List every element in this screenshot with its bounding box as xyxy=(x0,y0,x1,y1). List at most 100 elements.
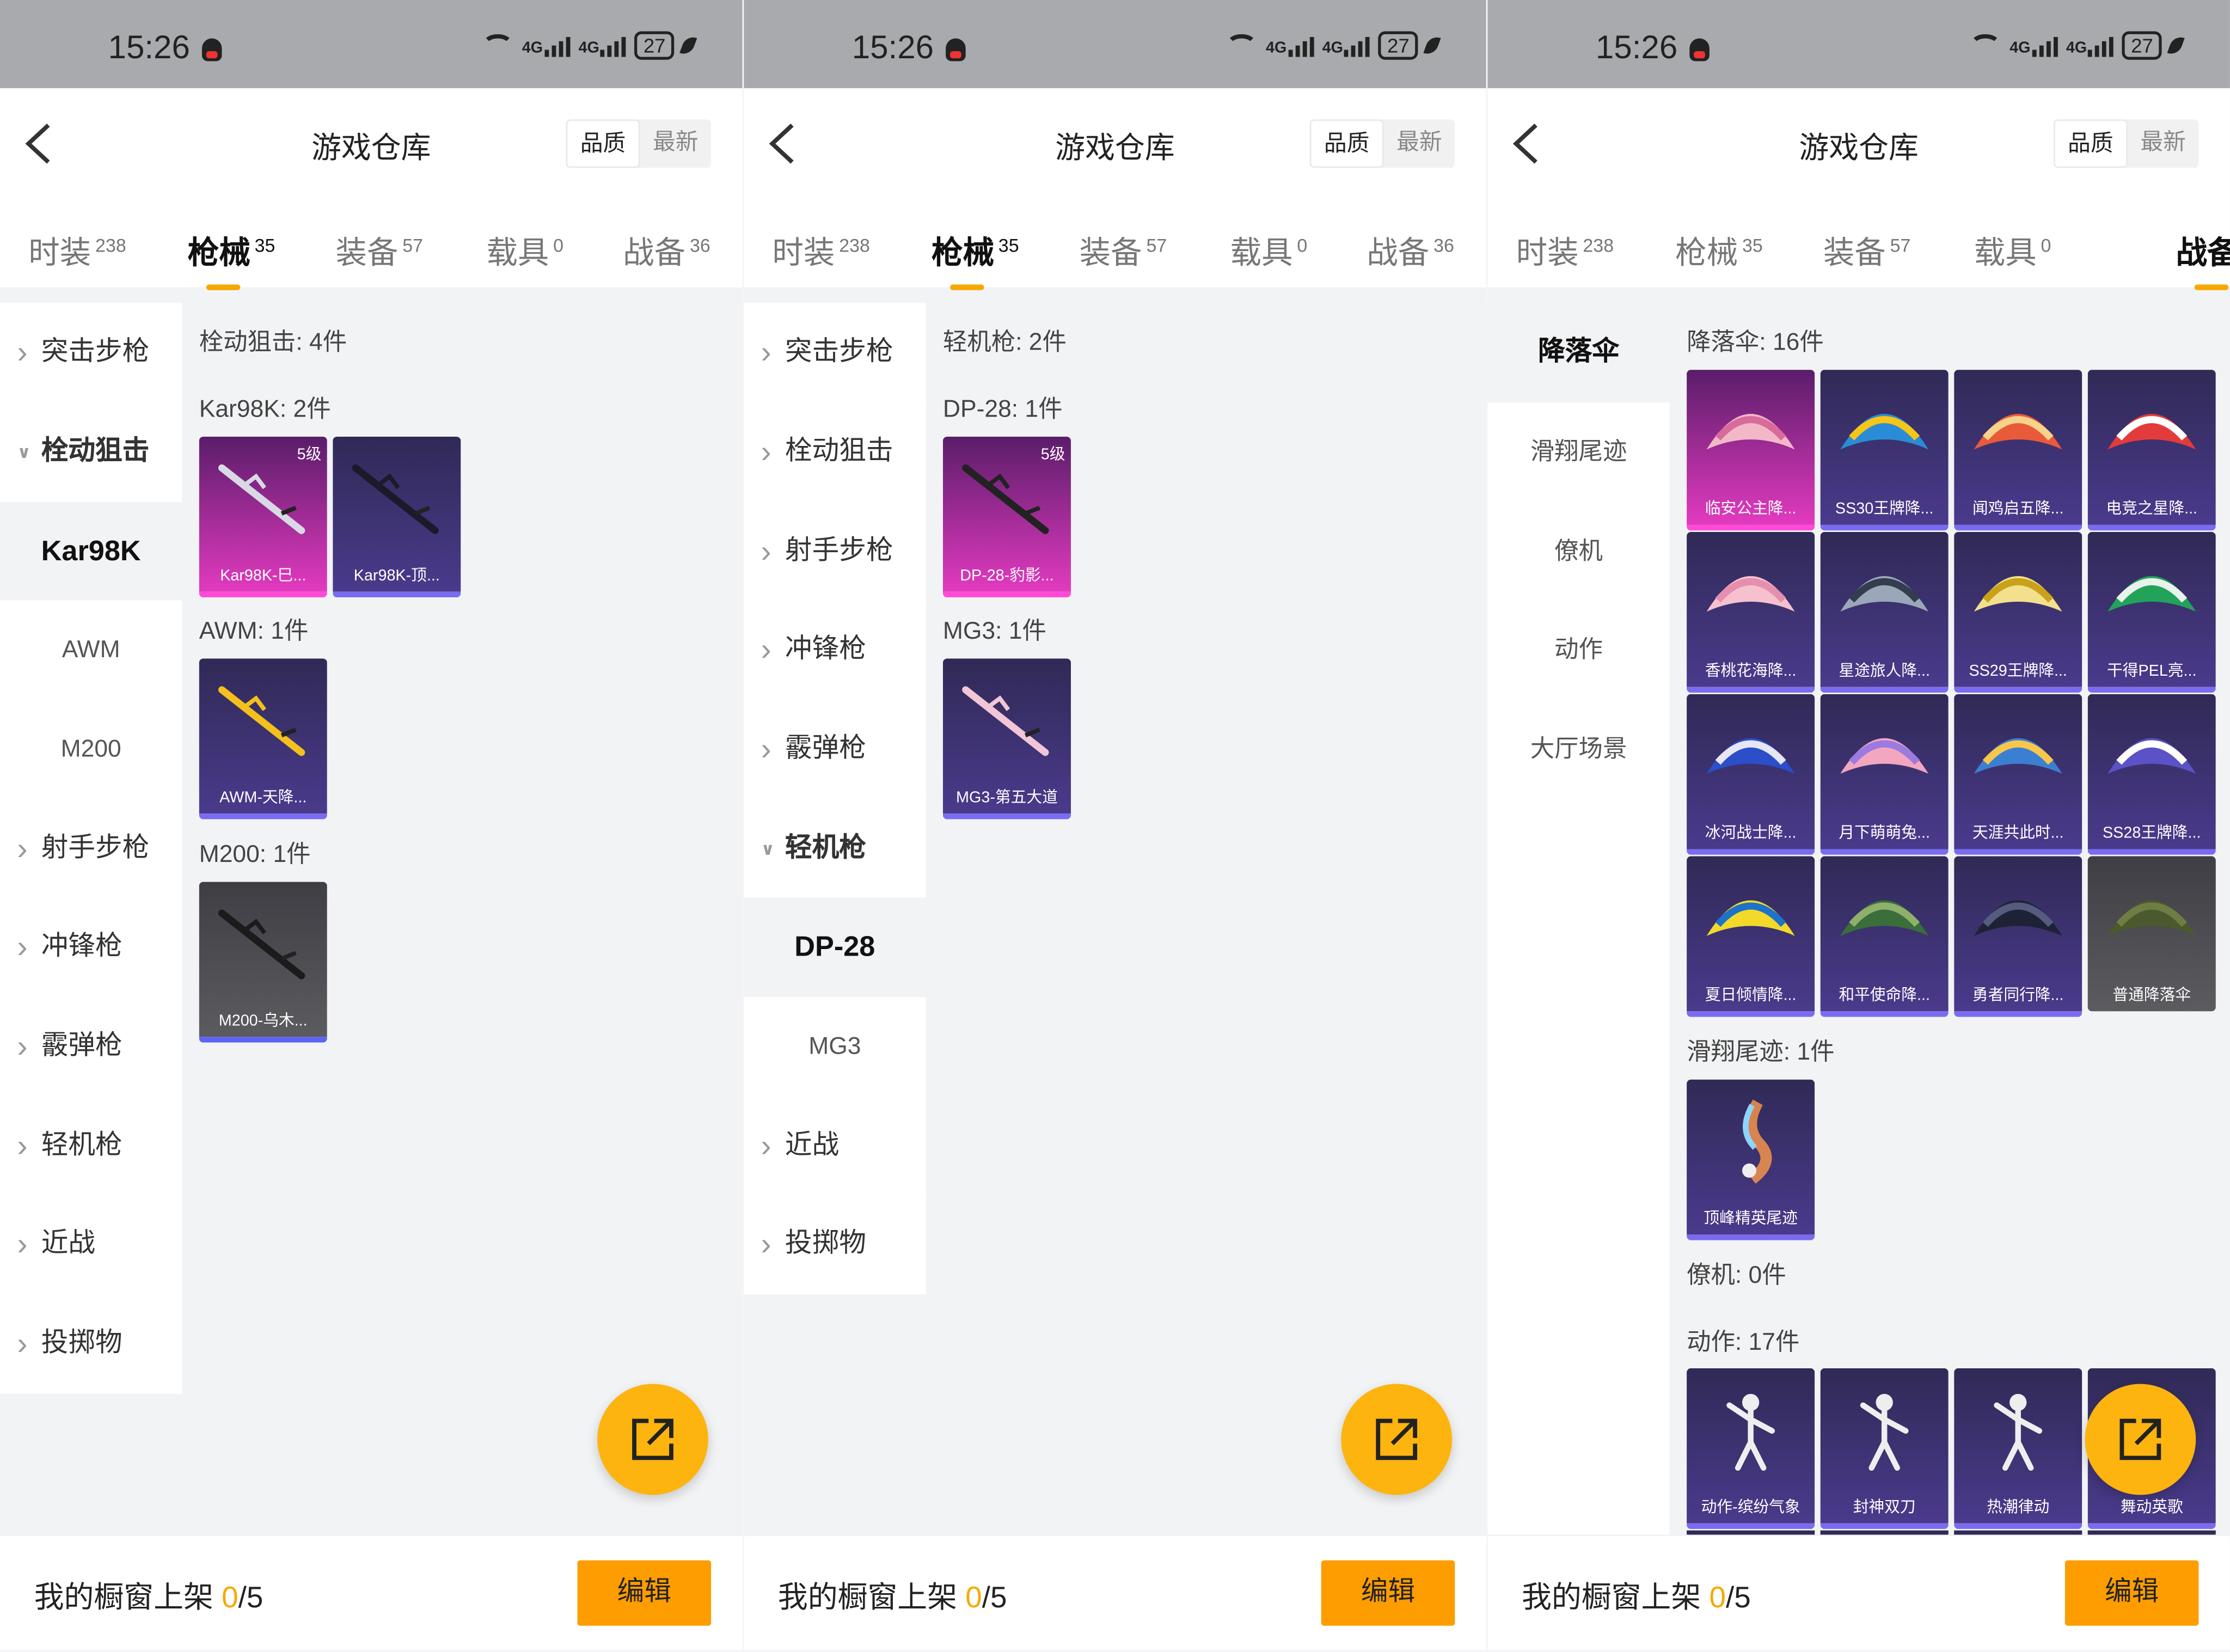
signal-bars xyxy=(1288,34,1314,57)
item-card[interactable]: 封神双刀 xyxy=(1820,1368,1949,1529)
sidebar-item[interactable]: 僚机 xyxy=(1487,502,1670,602)
item-card[interactable]: 顶峰精英尾迹 xyxy=(1687,1079,1815,1240)
sidebar-item-label: 冲锋枪 xyxy=(41,931,122,962)
sidebar-item[interactable]: 降落伞 xyxy=(1487,303,1670,403)
sidebar-item[interactable]: › 射手步枪 xyxy=(744,502,926,602)
tab-1[interactable]: 枪械 35 xyxy=(1675,228,1763,273)
sort-quality-button[interactable]: 品质 xyxy=(1309,119,1384,168)
screen-panel-3: 15:264G4G27游戏仓库品质最新时装238枪械35装备57载具0战备36我… xyxy=(1487,0,2230,1650)
tab-2[interactable]: 装备 57 xyxy=(335,228,423,273)
item-card[interactable]: Kar98K-顶... xyxy=(333,436,461,598)
sidebar-item[interactable]: 滑翔尾迹 xyxy=(1487,402,1670,503)
tab-3[interactable]: 载具 0 xyxy=(486,228,563,273)
tab-0[interactable]: 时装 238 xyxy=(1516,228,1614,273)
share-fab-button[interactable] xyxy=(597,1384,708,1495)
tab-4[interactable]: 战备36 xyxy=(1367,228,1454,273)
sidebar-item[interactable]: › 霰弹枪 xyxy=(744,700,926,800)
sidebar-item[interactable]: › 轻机枪 xyxy=(0,1097,182,1196)
sort-latest-button[interactable]: 最新 xyxy=(640,119,711,168)
sidebar-item[interactable]: 动作 xyxy=(1487,600,1670,700)
edit-button[interactable]: 编辑 xyxy=(2064,1560,2199,1626)
item-card[interactable]: 动作-缤纷气象 xyxy=(1687,1368,1815,1529)
item-card[interactable]: 天涯共此时... xyxy=(1954,694,2082,855)
item-card[interactable]: SS30王牌降... xyxy=(1820,370,1949,531)
item-card[interactable]: M200-乌木... xyxy=(199,882,327,1043)
sidebar-item[interactable]: ∨ 栓动狙击 xyxy=(0,402,182,503)
battery-icon: 27 xyxy=(2122,31,2162,60)
signal-icon: 4G xyxy=(578,34,627,57)
item-card[interactable]: 干得PEL亮... xyxy=(2087,531,2216,693)
item-card[interactable]: 星途旅人降... xyxy=(1820,531,1949,693)
tab-2[interactable]: 装备 57 xyxy=(1823,228,1911,273)
item-card[interactable]: 和平使命降... xyxy=(1820,856,1949,1017)
item-card[interactable]: 热潮律动 xyxy=(1954,1368,2082,1529)
item-card[interactable]: 勇者同行降... xyxy=(1954,856,2082,1017)
item-card[interactable]: 普通降落伞 xyxy=(2087,856,2216,1012)
tab-count: 36 xyxy=(1433,235,1454,256)
tab-2[interactable]: 装备 57 xyxy=(1080,228,1167,273)
sidebar-item[interactable]: › 突击步枪 xyxy=(744,303,926,403)
item-card[interactable]: 电竞之星降... xyxy=(2087,370,2216,531)
item-card[interactable]: 冰河战士降... xyxy=(1687,694,1815,855)
tab-1[interactable]: 枪械 35 xyxy=(932,228,1019,290)
external-link-icon xyxy=(2119,1418,2161,1460)
weapon-sidebar: › 突击步枪 ∨ 栓动狙击 Kar98K AWM M200 › 射手步枪 › 冲锋枪 › 霰弹枪 › 轻机枪… xyxy=(0,303,182,1535)
item-image xyxy=(1701,1099,1800,1185)
item-card[interactable]: 临安公主降... xyxy=(1687,370,1815,531)
item-card[interactable]: 香桃花海降... xyxy=(1687,531,1815,693)
edit-button[interactable]: 编辑 xyxy=(1321,1560,1455,1626)
sidebar-item[interactable]: › 栓动狙击 xyxy=(744,402,926,503)
tab-count: 238 xyxy=(1583,235,1614,256)
tab-0[interactable]: 时装 238 xyxy=(28,228,126,273)
sort-toggle: 品质 最新 xyxy=(1309,119,1455,168)
sidebar-item[interactable]: DP-28 xyxy=(744,897,926,998)
sidebar-item[interactable]: MG3 xyxy=(744,997,926,1097)
item-card[interactable]: MG3-第五大道 xyxy=(942,658,1071,819)
item-card[interactable]: AWM-天降... xyxy=(199,658,327,819)
sidebar-item-label: 降落伞 xyxy=(1538,337,1619,367)
tab-label: 装备 xyxy=(1823,235,1886,271)
sidebar-item[interactable]: › 投掷物 xyxy=(744,1195,926,1295)
sidebar-item[interactable]: AWM xyxy=(0,600,182,700)
tab-1[interactable]: 枪械 35 xyxy=(188,228,275,290)
sort-latest-button[interactable]: 最新 xyxy=(1384,119,1455,168)
tab-4[interactable]: 战备36 xyxy=(2176,228,2230,290)
sidebar-item[interactable]: Kar98K xyxy=(0,502,182,602)
sort-quality-button[interactable]: 品质 xyxy=(566,119,640,168)
sort-latest-button[interactable]: 最新 xyxy=(2128,119,2199,168)
sidebar-item[interactable]: › 近战 xyxy=(744,1097,926,1196)
sidebar-item[interactable]: › 霰弹枪 xyxy=(0,997,182,1097)
chevron-right-icon: › xyxy=(17,1028,28,1064)
item-card[interactable]: SS28王牌降... xyxy=(2087,694,2216,855)
tab-count: 35 xyxy=(254,235,275,256)
edit-button[interactable]: 编辑 xyxy=(577,1560,712,1626)
network-type-label: 4G xyxy=(1265,40,1287,57)
sidebar-item[interactable]: M200 xyxy=(0,700,182,800)
sort-quality-button[interactable]: 品质 xyxy=(2053,119,2128,168)
item-card[interactable]: SS29王牌降... xyxy=(1954,531,2082,693)
tab-4[interactable]: 战备36 xyxy=(623,228,710,273)
tab-3[interactable]: 载具 0 xyxy=(1974,228,2051,273)
sidebar-item[interactable]: › 射手步枪 xyxy=(0,799,182,899)
sidebar-item[interactable]: › 投掷物 xyxy=(0,1294,182,1394)
item-card[interactable]: 5级 DP-28-豹影... xyxy=(942,436,1071,598)
sidebar-item[interactable]: › 近战 xyxy=(0,1195,182,1295)
chevron-right-icon: › xyxy=(761,334,771,370)
share-fab-button[interactable] xyxy=(2085,1384,2196,1495)
signal-bar xyxy=(1309,36,1314,57)
item-card[interactable]: 夏日倾情降... xyxy=(1687,856,1815,1017)
item-card[interactable]: 闻鸡启五降... xyxy=(1954,370,2082,531)
tab-3[interactable]: 载具 0 xyxy=(1230,228,1308,273)
sidebar-item[interactable]: › 冲锋枪 xyxy=(744,600,926,700)
signal-icon: 4G xyxy=(522,34,570,57)
item-card[interactable]: 月下萌萌兔... xyxy=(1820,694,1949,855)
sidebar-item[interactable]: 大厅场景 xyxy=(1487,700,1670,800)
chevron-right-icon: › xyxy=(761,731,771,767)
share-fab-button[interactable] xyxy=(1341,1384,1453,1495)
sidebar-item[interactable]: › 突击步枪 xyxy=(0,303,182,403)
tab-0[interactable]: 时装 238 xyxy=(772,228,870,273)
item-card[interactable]: 5级 Kar98K-巳... xyxy=(199,436,327,598)
sidebar-item[interactable]: › 冲锋枪 xyxy=(0,897,182,998)
chevron-right-icon: › xyxy=(761,433,771,470)
sidebar-item[interactable]: ∨ 轻机枪 xyxy=(744,799,926,899)
